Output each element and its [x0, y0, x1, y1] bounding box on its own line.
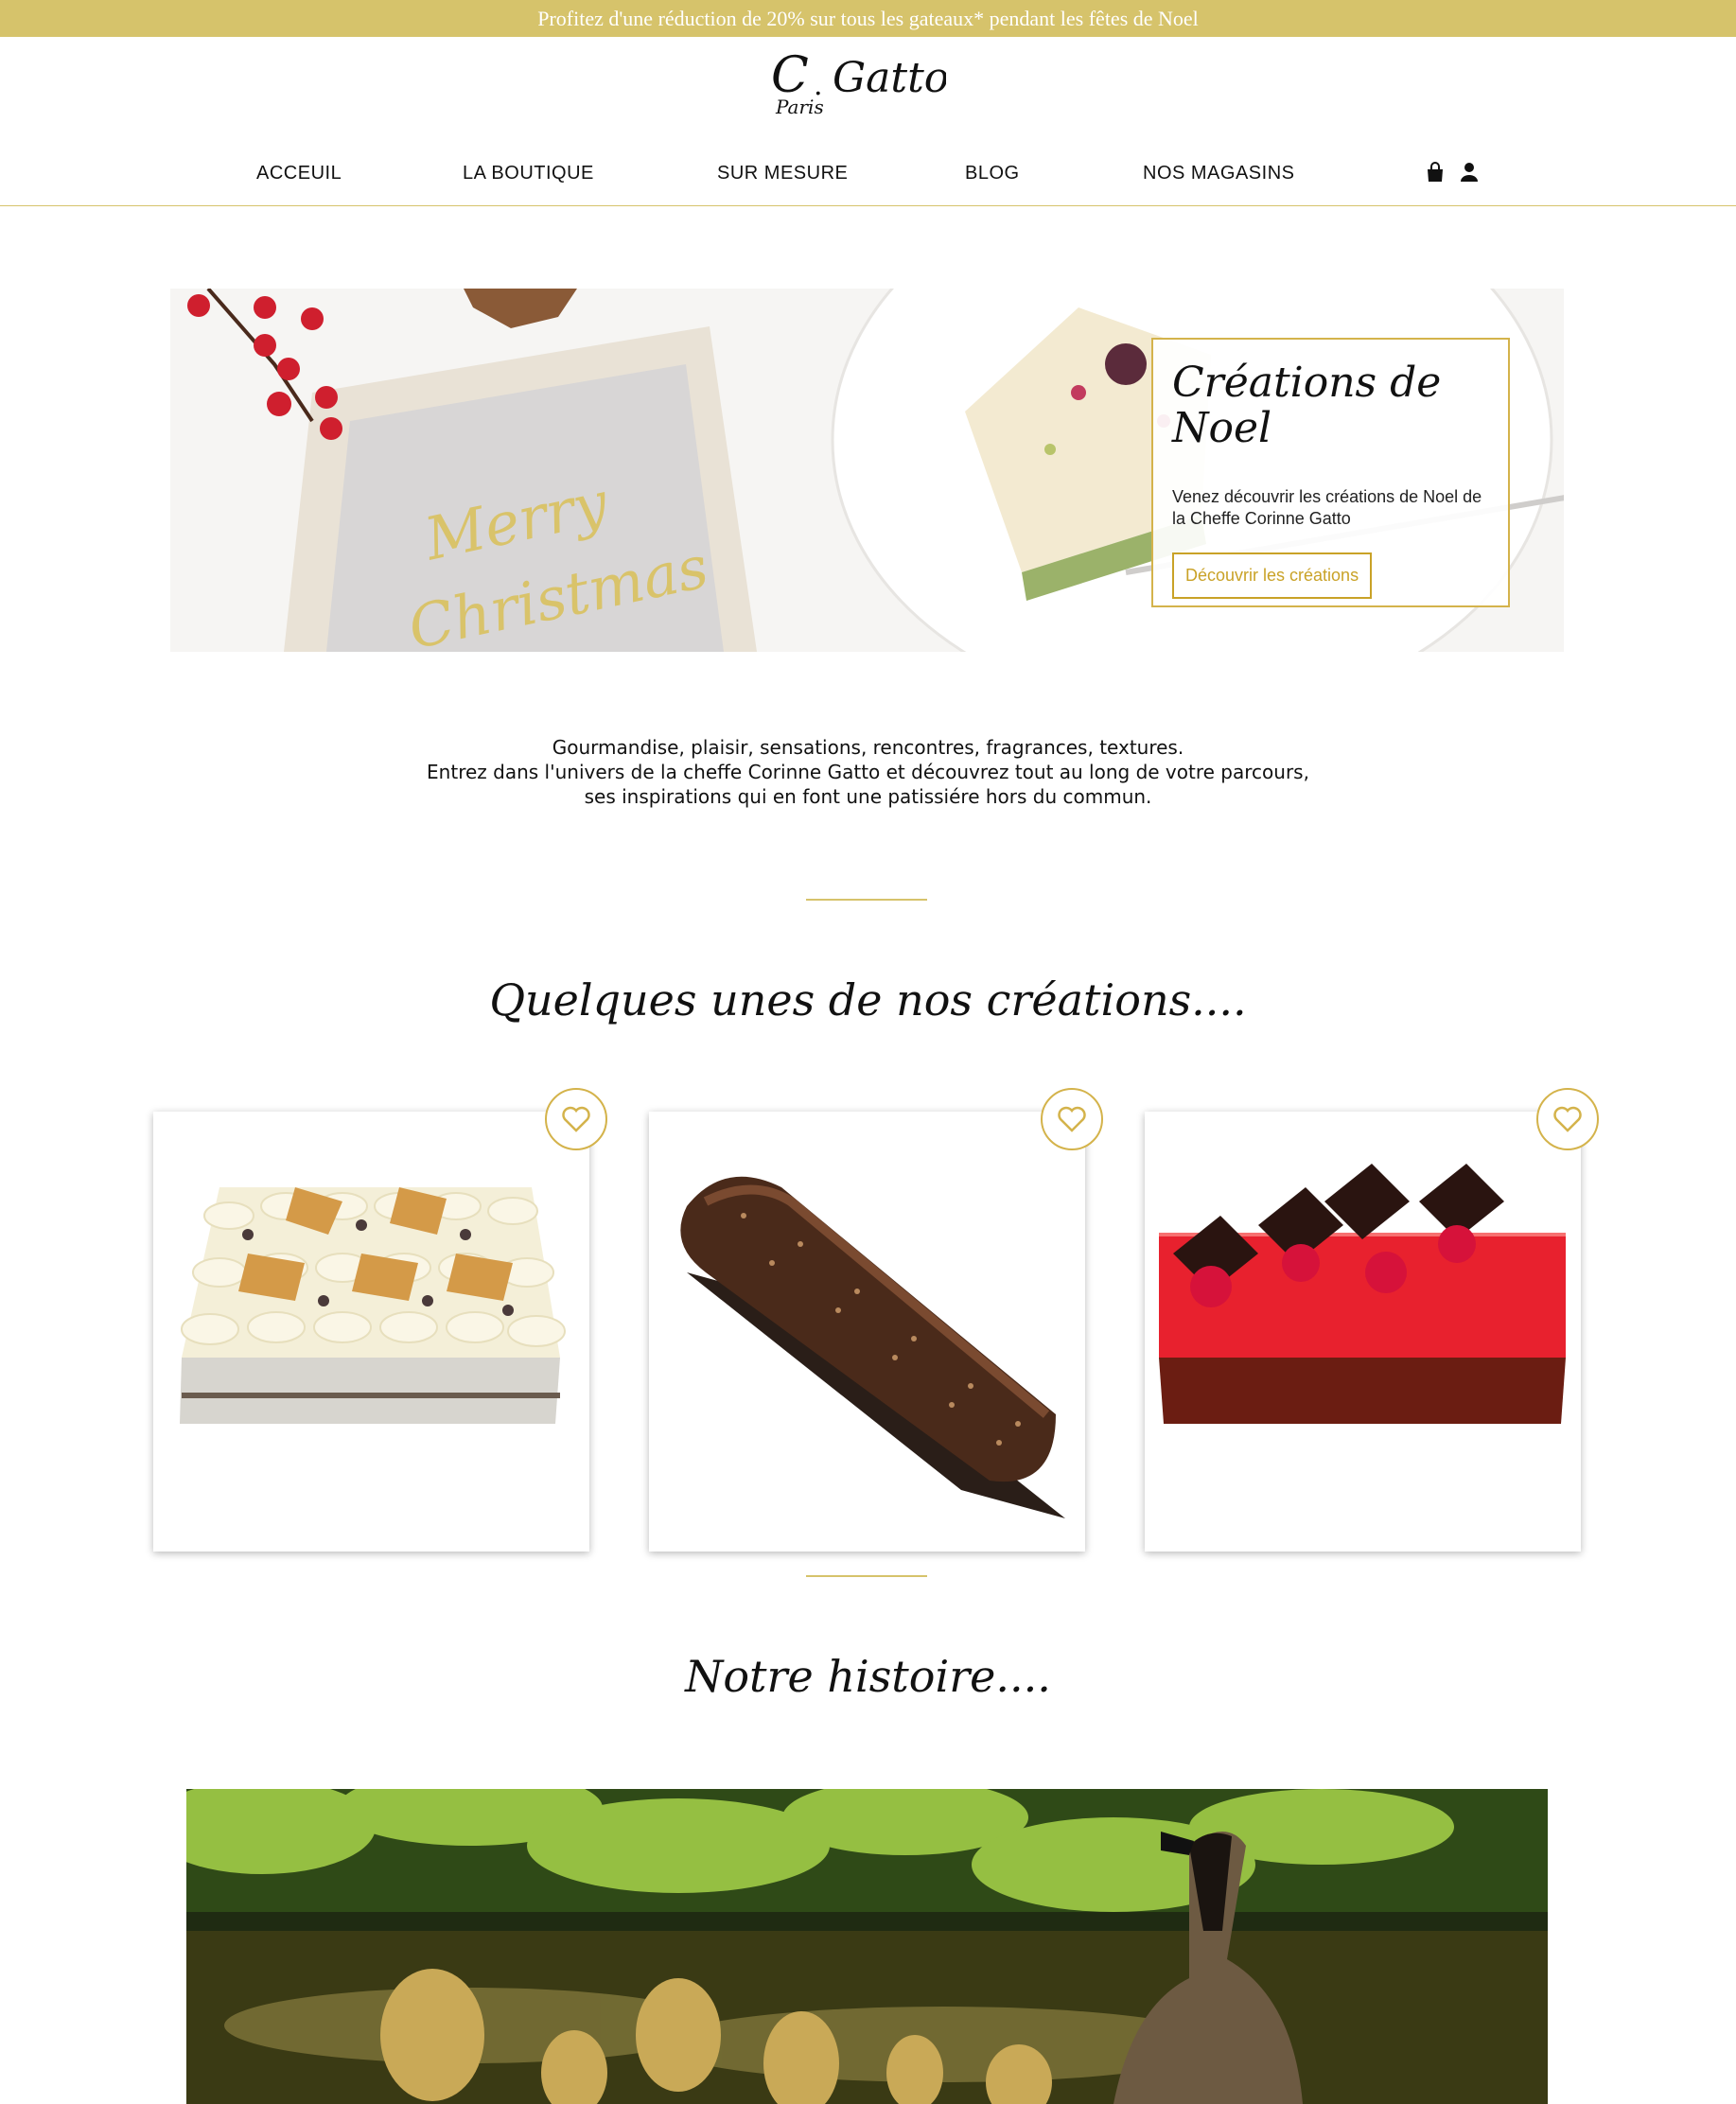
raspberry-tart-image: [1145, 1112, 1581, 1552]
nav-item-blog[interactable]: BLOG: [965, 163, 1020, 184]
favorite-button[interactable]: [545, 1088, 607, 1150]
promo-text: Profitez d'une réduction de 20% sur tous…: [537, 6, 1199, 30]
nav-item-boutique[interactable]: LA BOUTIQUE: [463, 163, 594, 184]
discover-creations-button[interactable]: Découvrir les créations: [1172, 552, 1373, 599]
caramel-cream-cake-image: [153, 1112, 589, 1552]
hero-card: Créations de Noel Venez découvrir les cr…: [1151, 338, 1510, 607]
brand-logo[interactable]: C . Gatto Paris: [766, 40, 949, 125]
nav-item-sur-mesure[interactable]: SUR MESURE: [717, 163, 848, 184]
heart-icon: [1553, 1106, 1582, 1132]
favorite-button[interactable]: [1041, 1088, 1103, 1150]
favorite-button[interactable]: [1536, 1088, 1599, 1150]
intro-line-2: Entrez dans l'univers de la cheffe Corin…: [427, 761, 1309, 783]
shopping-bag-icon[interactable]: [1425, 161, 1446, 184]
intro-line-1: Gourmandise, plaisir, sensations, rencon…: [552, 736, 1184, 759]
hero-title: Créations de Noel: [1172, 359, 1442, 453]
product-card[interactable]: [1145, 1112, 1581, 1552]
hero-banner: Merry Christmas Créations de Noel Venez …: [170, 289, 1564, 652]
heart-icon: [1058, 1106, 1086, 1132]
hero-text: Venez découvrir les créations de Noel de…: [1172, 486, 1482, 528]
main-nav: ACCEUIL LA BOUTIQUE SUR MESURE BLOG NOS …: [0, 151, 1736, 206]
intro-line-3: ses inspirations qui en font une patissi…: [584, 785, 1152, 808]
history-title: Notre histoire....: [685, 1651, 1051, 1702]
product-card[interactable]: [649, 1112, 1085, 1552]
svg-text:Gatto: Gatto: [833, 54, 946, 102]
history-image: [186, 1789, 1548, 2104]
user-icon[interactable]: [1459, 161, 1480, 184]
section-divider: [806, 899, 927, 901]
creations-title: Quelques unes de nos créations....: [489, 974, 1247, 1026]
chocolate-yule-log-image: [649, 1112, 1085, 1552]
heart-icon: [562, 1106, 590, 1132]
nav-item-magasins[interactable]: NOS MAGASINS: [1143, 163, 1294, 184]
section-divider: [806, 1575, 927, 1577]
promo-banner: Profitez d'une réduction de 20% sur tous…: [0, 0, 1736, 37]
svg-text:Paris: Paris: [775, 96, 824, 118]
product-card[interactable]: [153, 1112, 589, 1552]
nav-item-accueil[interactable]: ACCEUIL: [256, 163, 342, 184]
intro-text: Gourmandise, plaisir, sensations, rencon…: [284, 735, 1452, 809]
